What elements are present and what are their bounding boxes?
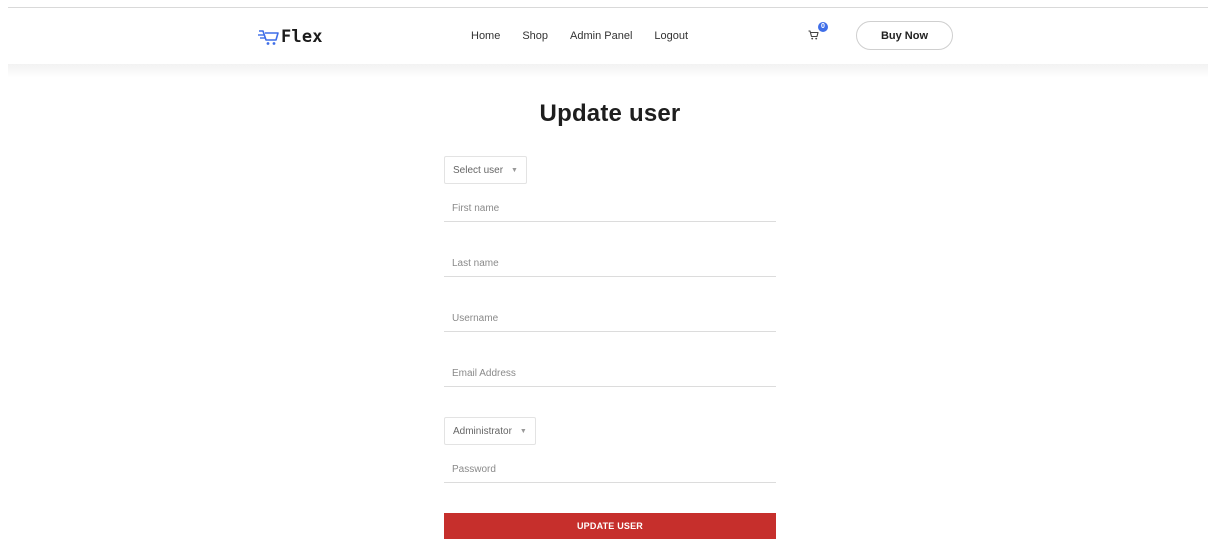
role-select[interactable]: Administrator ▼	[444, 417, 536, 445]
brand-logo[interactable]: Flex	[258, 26, 323, 48]
username-field	[444, 306, 776, 332]
first-name-field	[444, 196, 776, 222]
password-field	[444, 457, 776, 483]
password-input[interactable]	[444, 457, 776, 482]
last-name-field	[444, 251, 776, 277]
chevron-down-icon: ▼	[519, 427, 527, 435]
update-user-button[interactable]: UPDATE USER	[444, 513, 776, 539]
username-input[interactable]	[444, 306, 776, 331]
main-nav: Home Shop Admin Panel Logout	[471, 30, 688, 42]
nav-home[interactable]: Home	[471, 30, 500, 42]
header-shadow	[8, 64, 1208, 78]
chevron-down-icon: ▼	[511, 166, 518, 174]
user-select-value: Select user	[453, 164, 504, 176]
nav-admin-panel[interactable]: Admin Panel	[570, 30, 632, 42]
cart-count-badge: 0	[818, 22, 828, 32]
first-name-input[interactable]	[444, 196, 776, 221]
page-title: Update user	[539, 100, 681, 127]
brand-name: Flex	[281, 27, 323, 47]
email-field	[444, 361, 776, 387]
nav-logout[interactable]: Logout	[654, 30, 688, 42]
user-select[interactable]: Select user ▼	[444, 156, 527, 184]
email-input[interactable]	[444, 361, 776, 386]
cart-button[interactable]: 0	[808, 22, 830, 42]
role-select-value: Administrator	[453, 425, 512, 437]
nav-shop[interactable]: Shop	[522, 30, 548, 42]
last-name-input[interactable]	[444, 251, 776, 276]
buy-now-button[interactable]: Buy Now	[856, 21, 953, 50]
cart-speed-icon	[258, 28, 280, 46]
